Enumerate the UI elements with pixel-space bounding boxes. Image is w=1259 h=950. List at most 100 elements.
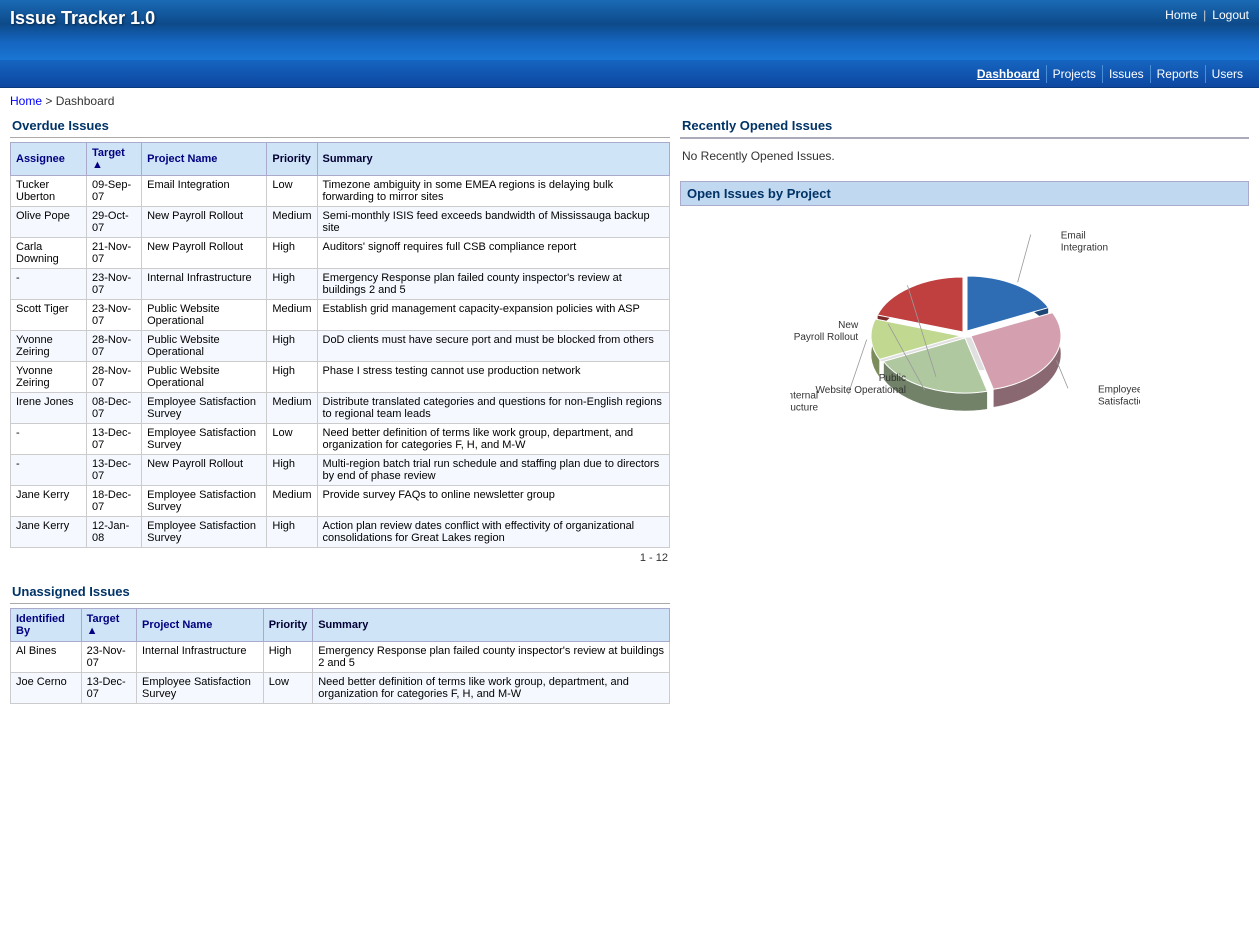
svg-text:InternalInfrastructure: InternalInfrastructure	[790, 390, 819, 413]
overdue-table-body: Tucker Uberton 09-Sep-07 Email Integrati…	[11, 176, 670, 548]
nav-dashboard[interactable]: Dashboard	[971, 65, 1047, 83]
svg-text:NewPayroll Rollout: NewPayroll Rollout	[793, 320, 858, 343]
cell-identified-by: Joe Cerno	[11, 673, 82, 704]
cell-project: Internal Infrastructure	[142, 269, 267, 300]
cell-target: 28-Nov-07	[87, 331, 142, 362]
svg-text:PublicWebsite Operational: PublicWebsite Operational	[815, 373, 905, 396]
cell-assignee: Scott Tiger	[11, 300, 87, 331]
overdue-table-row: Scott Tiger 23-Nov-07 Public Website Ope…	[11, 300, 670, 331]
open-issues-section: Open Issues by Project EmailIntegrationE…	[680, 181, 1249, 434]
cell-priority: Medium	[267, 300, 317, 331]
overdue-table-row: Olive Pope 29-Oct-07 New Payroll Rollout…	[11, 207, 670, 238]
cell-summary: Auditors' signoff requires full CSB comp…	[317, 238, 670, 269]
unassigned-table-row: Al Bines 23-Nov-07 Internal Infrastructu…	[11, 642, 670, 673]
cell-assignee: -	[11, 424, 87, 455]
cell-priority: Medium	[267, 486, 317, 517]
col-summary: Summary	[317, 143, 670, 176]
col-target2[interactable]: Target ▲	[81, 609, 136, 642]
pie-chart: EmailIntegration EmployeeSatisfaction Sur…	[790, 214, 1140, 434]
overdue-table-row: - 13-Dec-07 New Payroll Rollout High Mul…	[11, 455, 670, 486]
overdue-issues-title: Overdue Issues	[10, 114, 670, 138]
overdue-table-row: Irene Jones 08-Dec-07 Employee Satisfact…	[11, 393, 670, 424]
cell-project: Employee Satisfaction Survey	[142, 393, 267, 424]
cell-priority: Medium	[267, 393, 317, 424]
cell-project: Email Integration	[142, 176, 267, 207]
overdue-table-row: Yvonne Zeiring 28-Nov-07 Public Website …	[11, 331, 670, 362]
cell-priority: High	[267, 517, 317, 548]
cell-assignee: Yvonne Zeiring	[11, 331, 87, 362]
col-target[interactable]: Target ▲	[87, 143, 142, 176]
cell-project: New Payroll Rollout	[142, 238, 267, 269]
overdue-table-row: Jane Kerry 18-Dec-07 Employee Satisfacti…	[11, 486, 670, 517]
overdue-pagination: 1 - 12	[10, 548, 670, 568]
cell-priority: High	[267, 269, 317, 300]
unassigned-table-body: Al Bines 23-Nov-07 Internal Infrastructu…	[11, 642, 670, 704]
app-title: Issue Tracker 1.0	[10, 8, 155, 29]
cell-summary: DoD clients must have secure port and mu…	[317, 331, 670, 362]
nav-reports[interactable]: Reports	[1151, 65, 1206, 83]
overdue-table-header-row: Assignee Target ▲ Project Name Priority …	[11, 143, 670, 176]
col-project[interactable]: Project Name	[142, 143, 267, 176]
svg-text:EmailIntegration: EmailIntegration	[1060, 230, 1107, 253]
cell-assignee: -	[11, 455, 87, 486]
cell-project: New Payroll Rollout	[142, 207, 267, 238]
overdue-table-row: Jane Kerry 12-Jan-08 Employee Satisfacti…	[11, 517, 670, 548]
col-priority: Priority	[267, 143, 317, 176]
nav-users[interactable]: Users	[1206, 65, 1249, 83]
app-header: Issue Tracker 1.0 Home | Logout	[0, 0, 1259, 60]
cell-target: 21-Nov-07	[87, 238, 142, 269]
cell-target: 08-Dec-07	[87, 393, 142, 424]
svg-text:EmployeeSatisfaction Survey: EmployeeSatisfaction Survey	[1098, 384, 1140, 407]
cell-priority: High	[263, 642, 313, 673]
cell-assignee: Tucker Uberton	[11, 176, 87, 207]
cell-summary: Timezone ambiguity in some EMEA regions …	[317, 176, 670, 207]
cell-target: 23-Nov-07	[81, 642, 136, 673]
nav-issues[interactable]: Issues	[1103, 65, 1151, 83]
cell-summary: Action plan review dates conflict with e…	[317, 517, 670, 548]
breadcrumb-home[interactable]: Home	[10, 94, 42, 108]
col-summary2: Summary	[313, 609, 670, 642]
no-issues-message: No Recently Opened Issues.	[680, 145, 1249, 167]
recently-opened-section: Recently Opened Issues No Recently Opene…	[680, 114, 1249, 167]
open-issues-title: Open Issues by Project	[680, 181, 1249, 206]
cell-summary: Need better definition of terms like wor…	[317, 424, 670, 455]
col-priority2: Priority	[263, 609, 313, 642]
col-identified-by[interactable]: Identified By	[11, 609, 82, 642]
cell-target: 12-Jan-08	[87, 517, 142, 548]
overdue-issues-table: Assignee Target ▲ Project Name Priority …	[10, 142, 670, 548]
nav-projects[interactable]: Projects	[1047, 65, 1103, 83]
header-logout-link[interactable]: Logout	[1212, 8, 1249, 22]
cell-priority: High	[267, 455, 317, 486]
cell-target: 13-Dec-07	[81, 673, 136, 704]
cell-project: Internal Infrastructure	[137, 642, 264, 673]
cell-priority: Low	[263, 673, 313, 704]
cell-summary: Multi-region batch trial run schedule an…	[317, 455, 670, 486]
col-project2[interactable]: Project Name	[137, 609, 264, 642]
cell-summary: Semi-monthly ISIS feed exceeds bandwidth…	[317, 207, 670, 238]
breadcrumb-current: Dashboard	[56, 94, 115, 108]
cell-assignee: -	[11, 269, 87, 300]
cell-project: New Payroll Rollout	[142, 455, 267, 486]
cell-assignee: Jane Kerry	[11, 517, 87, 548]
cell-summary: Establish grid management capacity-expan…	[317, 300, 670, 331]
cell-summary: Provide survey FAQs to online newsletter…	[317, 486, 670, 517]
cell-target: 09-Sep-07	[87, 176, 142, 207]
unassigned-issues-table: Identified By Target ▲ Project Name Prio…	[10, 608, 670, 704]
cell-project: Employee Satisfaction Survey	[142, 517, 267, 548]
cell-project: Employee Satisfaction Survey	[142, 486, 267, 517]
cell-priority: High	[267, 362, 317, 393]
header-separator: |	[1203, 8, 1206, 22]
cell-project: Public Website Operational	[142, 300, 267, 331]
overdue-table-row: Tucker Uberton 09-Sep-07 Email Integrati…	[11, 176, 670, 207]
cell-assignee: Olive Pope	[11, 207, 87, 238]
unassigned-table-row: Joe Cerno 13-Dec-07 Employee Satisfactio…	[11, 673, 670, 704]
cell-summary: Emergency Response plan failed county in…	[313, 642, 670, 673]
header-home-link[interactable]: Home	[1165, 8, 1197, 22]
cell-project: Employee Satisfaction Survey	[137, 673, 264, 704]
col-assignee[interactable]: Assignee	[11, 143, 87, 176]
cell-priority: Medium	[267, 207, 317, 238]
right-column: Recently Opened Issues No Recently Opene…	[680, 114, 1249, 704]
cell-target: 28-Nov-07	[87, 362, 142, 393]
cell-priority: Low	[267, 176, 317, 207]
cell-priority: High	[267, 331, 317, 362]
